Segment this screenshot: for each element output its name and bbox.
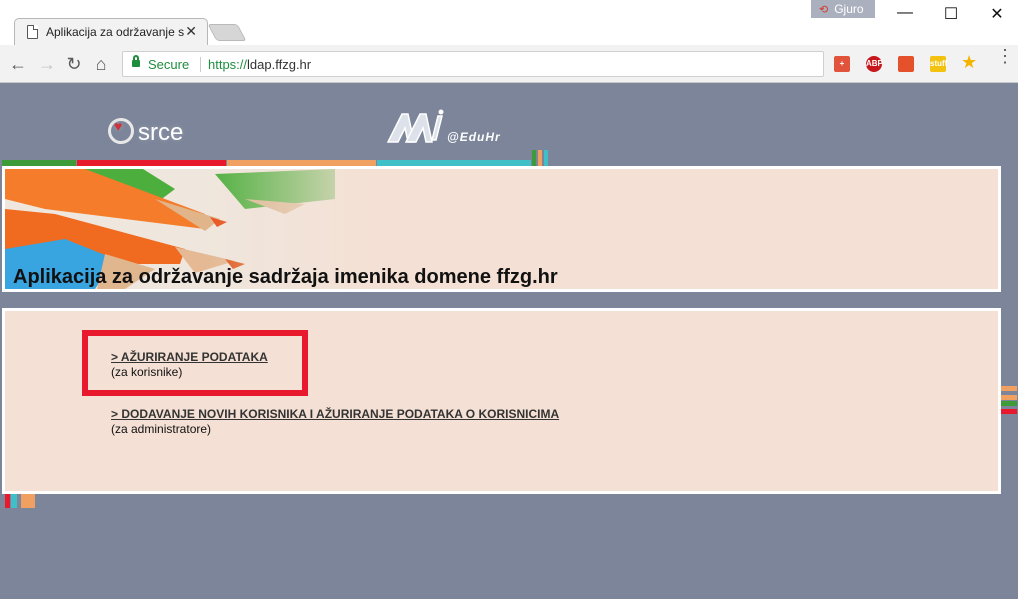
add-users-link[interactable]: > DODAVANJE NOVIH KORISNIKA I AŽURIRANJE… [111,407,559,421]
side-stripe [1001,395,1017,400]
address-separator [200,57,201,72]
browser-tab[interactable]: Aplikacija za održavanje s ✕ [14,18,208,45]
menu-icon[interactable]: ⋮ [996,47,1014,65]
add-users-sublabel: (za administratore) [111,422,212,436]
bookmark-star-icon[interactable]: ★ [961,52,977,73]
home-icon[interactable]: ⌂ [91,54,111,75]
bottom-stripe [11,494,17,508]
profile-name: Gjuro [834,2,864,16]
security-label: Secure [148,57,190,72]
side-stripe [1001,401,1017,406]
colorbar-stripe [538,150,542,166]
profile-icon: ⟲ [819,4,829,16]
close-window-button[interactable]: ✕ [974,4,1018,24]
profile-button[interactable]: ⟲ Gjuro [811,0,875,18]
reload-icon[interactable]: ↻ [64,54,84,75]
forward-icon[interactable]: → [37,54,57,75]
adblock-plus-icon[interactable]: ABP [866,56,883,72]
office-icon[interactable] [898,56,914,72]
side-stripe [1001,386,1017,391]
side-stripe [1001,409,1017,414]
main-panel: > AŽURIRANJE PODATAKA (za korisnike) > D… [2,308,1001,494]
new-tab-button[interactable] [207,24,247,41]
url-scheme: https:// [208,57,248,72]
tab-title: Aplikacija za održavanje s [46,25,185,39]
minimize-button[interactable]: — [882,4,928,22]
plus-extension-icon[interactable]: + [834,56,850,72]
browser-titlebar: Aplikacija za održavanje s ✕ ⟲ Gjuro — ☐ … [0,0,1018,45]
note-extension-icon[interactable]: stuff [930,56,947,72]
aai-logo-icon [386,109,444,143]
page-favicon-icon [27,25,38,39]
address-bar[interactable]: Secure https://ldap.ffzg.hr [122,51,824,77]
eduhr-logo-text: @EduHr [447,130,501,144]
back-icon[interactable]: ← [8,54,28,75]
srce-logo: srce [108,114,183,147]
bottom-stripe [5,494,10,508]
lock-icon [132,55,140,67]
url-host: ldap.ffzg.hr [247,57,312,72]
page-title: Aplikacija za održavanje sadržaja imenik… [13,266,558,288]
colorbar-stripe [532,150,536,166]
srce-logo-text: srce [138,119,184,146]
tab-close-icon[interactable]: ✕ [185,23,197,40]
header-banner: Aplikacija za održavanje sadržaja imenik… [2,166,1001,292]
bottom-stripe [21,494,35,508]
update-data-sublabel: (za korisnike) [111,365,183,379]
colorbar-stripe [544,150,548,166]
url-text[interactable]: https://ldap.ffzg.hr [208,57,311,72]
browser-toolbar: ← → ↻ ⌂ Secure https://ldap.ffzg.hr + AB… [0,45,1018,83]
update-data-link[interactable]: > AŽURIRANJE PODATAKA [111,350,268,364]
maximize-button[interactable]: ☐ [928,4,974,24]
srce-heart-icon [108,118,134,144]
